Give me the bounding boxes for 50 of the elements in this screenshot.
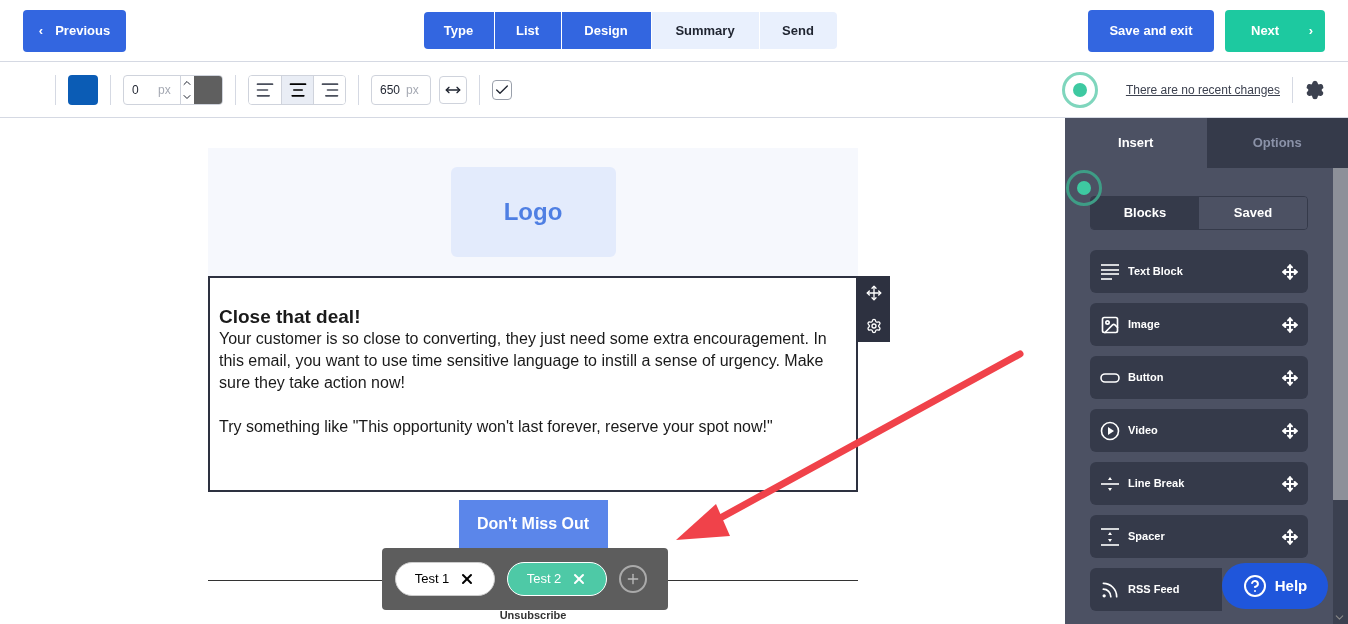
drag-handle-icon[interactable] [1282,316,1298,333]
text-block[interactable] [208,276,858,492]
full-width-button[interactable] [439,75,467,104]
help-icon [1242,574,1267,598]
border-width-field[interactable]: 0 px [123,74,223,105]
save-and-exit-button[interactable]: Save and exit [1088,9,1214,52]
block-item[interactable]: Video [1090,409,1308,452]
drag-handle-icon[interactable] [1282,263,1298,280]
drag-handle-icon[interactable] [1282,528,1298,545]
block-item[interactable]: Spacer [1090,515,1308,558]
drag-handle-icon[interactable] [1282,369,1298,386]
drag-handle-icon[interactable] [1282,475,1298,492]
step-tab[interactable]: Send [758,12,837,49]
lines-icon [1100,261,1120,282]
align-button[interactable] [313,75,345,104]
width-field[interactable]: 650 px [371,74,431,105]
image-icon [1100,314,1120,335]
block-item[interactable]: RSS Feed [1090,568,1222,611]
move-icon[interactable] [866,284,882,301]
heading: Close that deal! [219,306,362,328]
paragraph: Your customer is so close to converting, they just need some extra encouragement. In this email, you want to use time sensitive language to instill a sense of urgency. Make sure they take action now! [219,329,828,393]
block-item[interactable]: Text Block [1090,250,1308,293]
step-tab[interactable]: List [493,12,561,49]
step-tab[interactable]: Summary [650,12,759,49]
spacer-icon [1100,526,1120,547]
add-variant-button[interactable] [619,565,647,593]
variant-tab[interactable]: Test 1 [395,562,495,596]
sidebar-tab[interactable]: Options [1206,118,1348,168]
play-icon [1100,420,1120,441]
help-button[interactable]: Help [1222,563,1328,609]
settings-icon[interactable] [1305,79,1325,100]
logo: Logo [450,167,616,257]
block-item[interactable]: Button [1090,356,1308,399]
color-swatch[interactable] [68,74,98,105]
align-button[interactable] [281,75,313,104]
segment-tab[interactable]: Blocks [1091,197,1199,229]
border-color-swatch[interactable] [194,75,222,104]
checkbox[interactable] [492,79,512,100]
unsubscribe-link[interactable]: Unsubscribe [499,607,567,624]
drag-handle-icon[interactable] [1282,422,1298,439]
step-tab[interactable]: Design [560,12,651,49]
block-item[interactable]: Line Break [1090,462,1308,505]
step-tab[interactable]: Type [423,12,494,49]
paragraph: Try something like "This opportunity won't last forever, reserve your spot now!" [219,417,774,437]
recent-changes-link[interactable]: There are no recent changes [1125,80,1280,99]
block-item[interactable]: Image [1090,303,1308,346]
hotspot-icon[interactable] [1066,170,1102,206]
scrollbar[interactable] [1333,168,1348,624]
previous-button[interactable]: ‹ Previous [23,9,126,52]
plus-icon [625,571,641,587]
